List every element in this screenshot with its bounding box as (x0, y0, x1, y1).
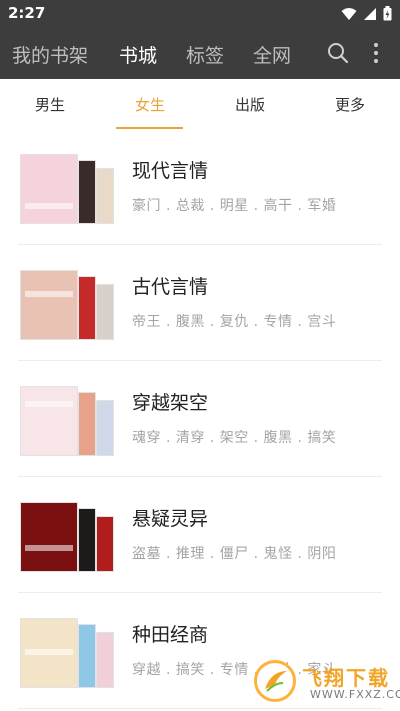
sub-tab-more[interactable]: 更多 (335, 94, 365, 115)
category-title: 种田经商 (132, 624, 209, 646)
book-cover (20, 154, 78, 224)
cover-stack (20, 618, 114, 688)
category-title: 现代言情 (132, 160, 209, 182)
watermark-url: WWW.FXXZ.COM (310, 688, 400, 701)
cover-stack (20, 154, 114, 224)
tab-bookstore[interactable]: 书城 (119, 41, 157, 68)
category-item-ancient-romance[interactable]: 古代言情 帝王 . 腹黑 . 复仇 . 专情 . 宫斗 (0, 245, 400, 361)
watermark-logo-icon (254, 660, 296, 702)
wifi-icon (341, 7, 357, 20)
status-bar: 2:27 (0, 0, 400, 27)
category-tags: 魂穿 . 清穿 . 架空 . 腹黑 . 搞笑 (132, 430, 337, 446)
book-cover (96, 632, 114, 688)
book-cover (20, 502, 78, 572)
cover-stack (20, 386, 114, 456)
search-icon (328, 43, 349, 64)
category-tags: 帝王 . 腹黑 . 复仇 . 专情 . 宫斗 (132, 314, 337, 330)
category-tags: 豪门 . 总裁 . 明星 . 高干 . 军婚 (132, 198, 337, 214)
app-bar: 我的书架 书城 标签 全网 (0, 27, 400, 79)
sub-tab-male[interactable]: 男生 (35, 94, 65, 115)
category-tags: 盗墓 . 推理 . 僵尸 . 鬼怪 . 阴阳 (132, 546, 337, 562)
book-cover (78, 392, 96, 456)
category-item-time-travel[interactable]: 穿越架空 魂穿 . 清穿 . 架空 . 腹黑 . 搞笑 (0, 361, 400, 477)
category-title: 古代言情 (132, 276, 209, 298)
sub-tab-female[interactable]: 女生 (135, 94, 165, 115)
sub-tab-published[interactable]: 出版 (235, 94, 265, 115)
book-cover (96, 400, 114, 456)
status-icons (341, 6, 392, 21)
book-cover (96, 516, 114, 572)
status-time: 2:27 (8, 4, 46, 22)
category-title: 悬疑灵异 (132, 508, 209, 530)
tab-bookshelf[interactable]: 我的书架 (12, 41, 88, 68)
book-cover (78, 160, 96, 224)
category-item-suspense[interactable]: 悬疑灵异 盗墓 . 推理 . 僵尸 . 鬼怪 . 阴阳 (0, 477, 400, 593)
sub-tab-bar: 男生 女生 出版 更多 (0, 79, 400, 129)
search-button[interactable] (326, 41, 350, 65)
book-cover (96, 168, 114, 224)
divider (18, 708, 382, 709)
tab-all-web[interactable]: 全网 (253, 41, 291, 68)
more-vert-icon (374, 43, 378, 63)
category-title: 穿越架空 (132, 392, 209, 414)
watermark-title: 飞翔下载 (302, 666, 390, 690)
battery-icon (383, 6, 392, 21)
signal-icon (364, 7, 376, 20)
watermark: 飞翔下载 WWW.FXXZ.COM (254, 660, 400, 706)
book-cover (78, 508, 96, 572)
book-cover (78, 276, 96, 340)
book-cover (78, 624, 96, 688)
more-options-button[interactable] (366, 39, 386, 67)
book-cover (20, 386, 78, 456)
book-cover (96, 284, 114, 340)
tab-tags[interactable]: 标签 (186, 41, 224, 68)
book-cover (20, 270, 78, 340)
cover-stack (20, 502, 114, 572)
book-cover (20, 618, 78, 688)
category-item-modern-romance[interactable]: 现代言情 豪门 . 总裁 . 明星 . 高干 . 军婚 (0, 129, 400, 245)
cover-stack (20, 270, 114, 340)
